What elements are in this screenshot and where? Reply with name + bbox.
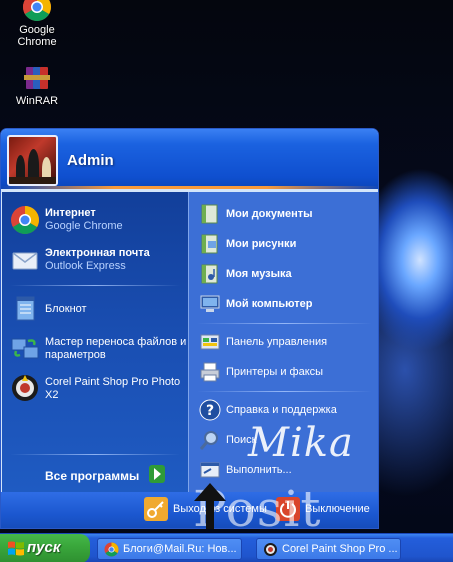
separator — [10, 454, 180, 455]
corel-paint-shop-icon — [263, 542, 278, 557]
header-divider — [1, 186, 378, 189]
arrow-up-icon — [194, 483, 226, 529]
menu-item-transfer-wizard[interactable]: Мастер переноса файлов и параметров — [10, 333, 188, 367]
arrow-right-icon — [149, 464, 165, 484]
menu-item-title: Интернет — [45, 207, 96, 219]
user-avatar[interactable] — [7, 135, 58, 186]
transfer-wizard-icon — [10, 333, 40, 363]
mail-envelope-icon — [10, 245, 40, 275]
desktop-icon-label: WinRAR — [15, 95, 59, 107]
menu-item-notepad[interactable]: Блокнот — [10, 293, 180, 325]
menu-item-subtitle: Google Chrome — [45, 220, 123, 232]
menu-item-label: Моя музыка — [226, 268, 292, 280]
windows-flag-icon — [8, 541, 24, 556]
chrome-icon — [10, 205, 40, 235]
svg-text:?: ? — [206, 403, 214, 419]
taskbar-button-browser[interactable]: Блоги@Mail.Ru: Нов... — [97, 538, 242, 560]
corel-paint-shop-icon — [10, 373, 40, 403]
taskbar: пуск Блоги@Mail.Ru: Нов... Corel Paint S… — [0, 533, 453, 562]
menu-item-title-line2: X2 — [45, 389, 59, 401]
task-label: Блоги@Mail.Ru: Нов... — [123, 543, 237, 555]
menu-item-email[interactable]: Электронная почта Outlook Express — [10, 245, 188, 277]
menu-item-label: Мой компьютер — [226, 298, 313, 310]
notepad-icon — [10, 293, 40, 323]
menu-item-title-line1: Мастер переноса файлов и — [45, 336, 187, 348]
desktop-icon-chrome[interactable]: Google Chrome — [0, 0, 74, 48]
separator — [197, 391, 372, 392]
start-button[interactable]: пуск — [0, 534, 90, 562]
menu-item-printers[interactable]: Принтеры и факсы — [199, 361, 371, 383]
control-panel-icon — [199, 331, 221, 353]
menu-item-label: Мои документы — [226, 208, 313, 220]
menu-item-help[interactable]: ? Справка и поддержка — [199, 399, 371, 421]
menu-item-internet[interactable]: Интернет Google Chrome — [10, 205, 180, 237]
chrome-icon — [22, 0, 52, 22]
menu-item-title-line1: Corel Paint Shop Pro Photo — [45, 376, 181, 388]
search-icon — [199, 429, 221, 451]
menu-item-title-line2: параметров — [45, 349, 106, 361]
menu-item-label: Панель управления — [226, 336, 328, 348]
separator — [197, 323, 372, 324]
menu-item-my-documents[interactable]: Мои документы — [199, 203, 371, 225]
printer-icon — [199, 361, 221, 383]
separator — [10, 285, 180, 286]
desktop-icon-label: Google Chrome — [17, 24, 57, 48]
pictures-folder-icon — [199, 233, 221, 255]
start-menu: Admin Интернет Google Chrome Электронная… — [0, 128, 379, 529]
start-menu-header: Admin — [1, 129, 378, 189]
start-label: пуск — [27, 539, 61, 556]
taskbar-button-corel[interactable]: Corel Paint Shop Pro ... — [256, 538, 401, 560]
menu-item-corel[interactable]: Corel Paint Shop Pro Photo X2 — [10, 373, 188, 407]
menu-item-label: Принтеры и факсы — [226, 366, 324, 378]
pinned-programs-pane: Интернет Google Chrome Электронная почта… — [2, 192, 188, 492]
documents-folder-icon — [199, 203, 221, 225]
menu-item-label: Мои рисунки — [226, 238, 297, 250]
key-icon — [144, 497, 168, 521]
task-label: Corel Paint Shop Pro ... — [282, 543, 398, 555]
help-icon: ? — [199, 399, 221, 421]
chrome-icon — [104, 542, 119, 557]
menu-item-control-panel[interactable]: Панель управления — [199, 331, 371, 353]
winrar-icon — [22, 64, 52, 92]
user-name: Admin — [67, 152, 114, 169]
music-folder-icon — [199, 263, 221, 285]
menu-item-title: Блокнот — [45, 303, 87, 315]
computer-icon — [199, 293, 221, 315]
all-programs-button[interactable]: Все программы — [45, 469, 139, 483]
menu-item-label: Справка и поддержка — [226, 404, 337, 416]
desktop-icon-winrar[interactable]: WinRAR — [0, 64, 74, 107]
menu-item-title: Электронная почта — [45, 247, 150, 259]
menu-item-subtitle: Outlook Express — [45, 260, 126, 272]
menu-item-my-computer[interactable]: Мой компьютер — [199, 293, 371, 315]
menu-item-my-pictures[interactable]: Мои рисунки — [199, 233, 371, 255]
run-icon — [199, 459, 221, 481]
signature-watermark: Mika — [248, 420, 354, 466]
menu-item-my-music[interactable]: Моя музыка — [199, 263, 371, 285]
